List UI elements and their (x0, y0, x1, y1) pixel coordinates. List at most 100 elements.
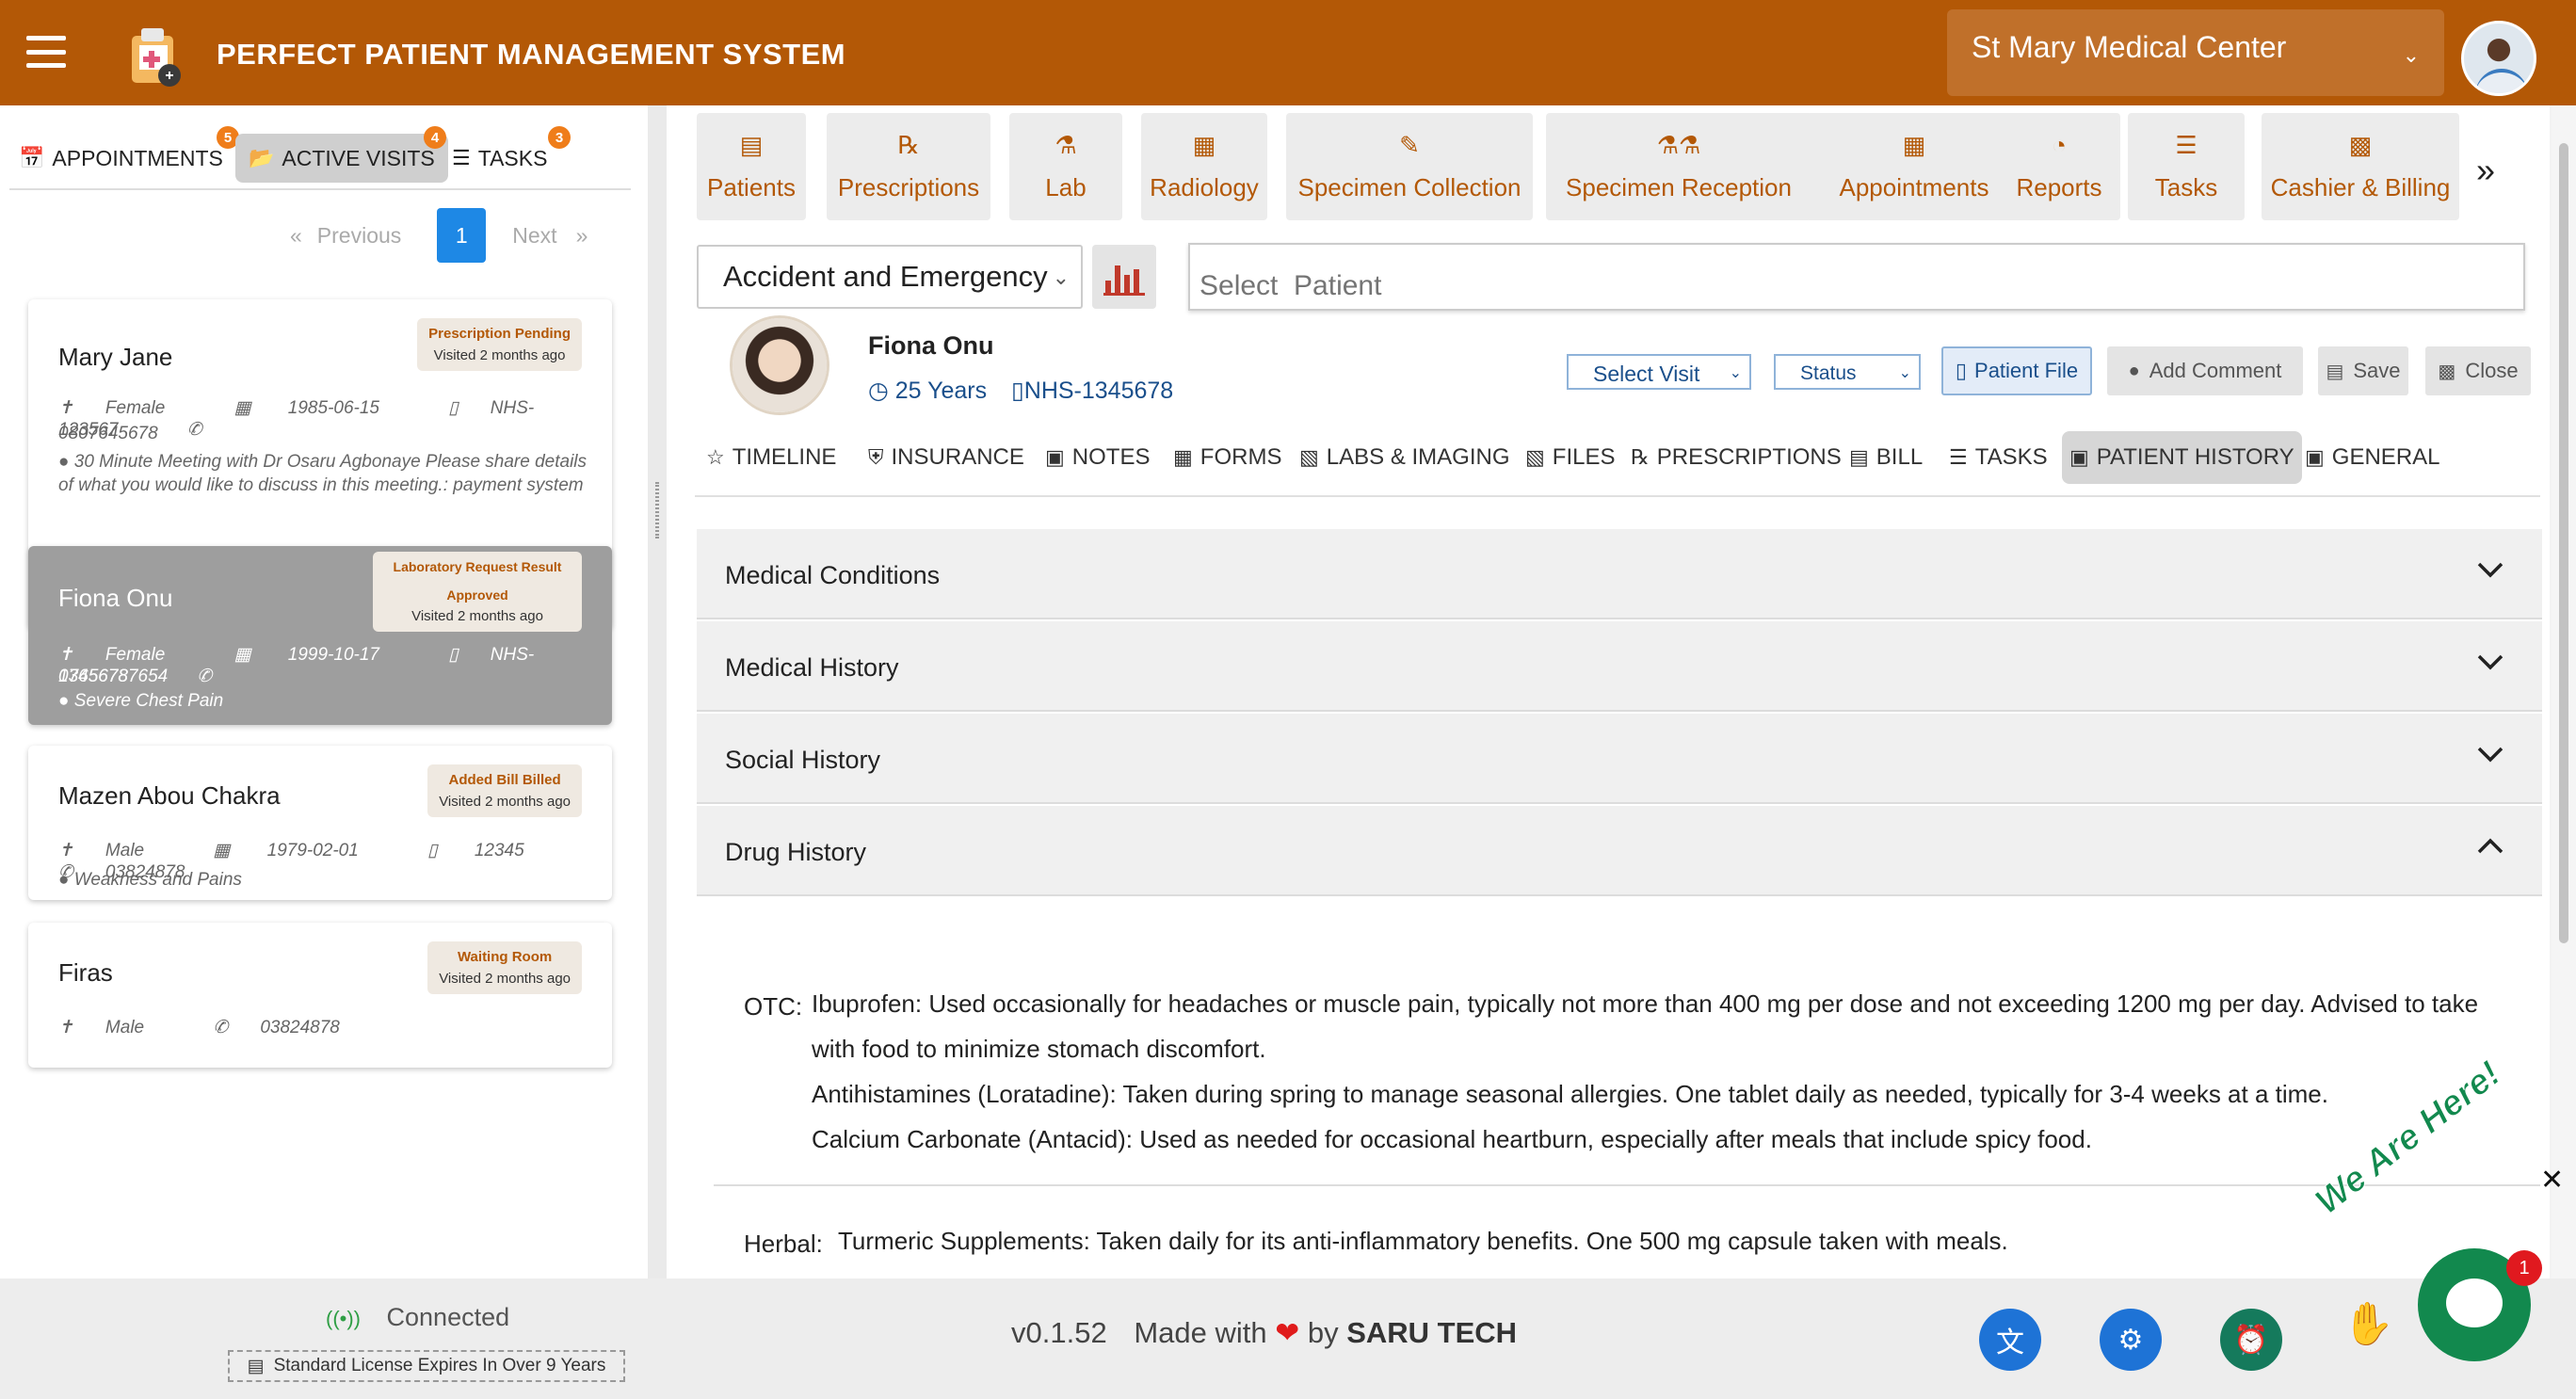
tab-general[interactable]: ▣ GENERAL (2305, 431, 2440, 484)
chevron-down-icon (2477, 747, 2504, 763)
module-specimen-collection[interactable]: ✎ Specimen Collection (1286, 113, 1533, 220)
tab-label: APPOINTMENTS (52, 145, 223, 170)
chevron-up-icon (2477, 838, 2504, 854)
module-reports[interactable]: ◔ Reports (1998, 113, 2120, 220)
module-specimen-reception[interactable]: ⚗⚗ Specimen Reception (1546, 113, 1811, 220)
module-label: Appointments (1839, 173, 1989, 201)
module-cashier-billing[interactable]: ▩ Cashier & Billing (2262, 113, 2459, 220)
nhs: ▯ 12345 (427, 841, 556, 860)
tab-files[interactable]: ▧ FILES (1525, 431, 1616, 484)
gender-text: Male (105, 1018, 145, 1037)
close-button[interactable]: ▩ Close (2425, 346, 2531, 395)
chart-icon[interactable] (1092, 245, 1156, 309)
save-button[interactable]: ▤ Save (2318, 346, 2408, 395)
made-with-text: Made with (1134, 1316, 1267, 1349)
shield-icon: ⛨ (868, 445, 884, 469)
tab-bill[interactable]: ▤ BILL (1849, 431, 1923, 484)
module-appointments[interactable]: ▦ Appointments (1806, 113, 2022, 220)
close-icon[interactable]: ✕ (2540, 1164, 2564, 1197)
main-scrollbar[interactable] (2552, 105, 2576, 1278)
clock-icon: ◷ (868, 378, 895, 404)
module-patients[interactable]: ▤ Patients (697, 113, 806, 220)
module-radiology[interactable]: ▦ Radiology (1141, 113, 1267, 220)
last-arrow-icon[interactable]: » (576, 223, 588, 249)
status-badge: Laboratory Request Result Approved Visit… (373, 552, 582, 632)
visit-card-fiona-onu[interactable]: Fiona Onu Laboratory Request Result Appr… (28, 546, 612, 725)
phone: ✆ 03824878 (213, 1018, 371, 1037)
tab-appointments[interactable]: 📅 APPOINTMENTS 5 (19, 126, 239, 183)
translate-icon[interactable]: 文 (1979, 1309, 2041, 1371)
status-dropdown[interactable]: Status ⌄ (1774, 354, 1921, 390)
flask-icon: ⚗ (1055, 131, 1077, 159)
next-link[interactable]: Next (512, 223, 556, 249)
cart-icon: ▤ (1849, 445, 1869, 469)
patient-search-input[interactable] (1188, 243, 2525, 311)
notes-icon: ▣ (1045, 445, 1065, 469)
calendar-icon: ▦ (233, 645, 256, 665)
status-badge: Prescription Pending Visited 2 months ag… (417, 318, 582, 371)
more-modules-icon[interactable]: » (2476, 151, 2495, 190)
module-lab[interactable]: ⚗ Lab (1009, 113, 1122, 220)
first-arrow-icon[interactable]: « (290, 223, 302, 249)
status-text: Laboratory Request Result (393, 559, 562, 574)
app-title: PERFECT PATIENT MANAGEMENT SYSTEM (217, 38, 846, 71)
patient-file-button[interactable]: ▯ Patient File (1941, 346, 2092, 395)
herbal-line: Turmeric Supplements: Taken daily for it… (838, 1227, 2008, 1255)
settings-gear-icon[interactable]: ⚙ (2100, 1309, 2162, 1371)
scrollbar-thumb[interactable] (2559, 143, 2568, 943)
tab-label: TIMELINE (732, 444, 837, 470)
accordion-medical-history[interactable]: Medical History (697, 621, 2542, 712)
medical-file-icon: ▣ (2069, 445, 2089, 469)
visit-note: ● Severe Chest Pain (58, 689, 223, 713)
id-icon: ▯ (448, 645, 459, 665)
status-badge: Added Bill Billed Visited 2 months ago (427, 764, 582, 817)
add-comment-button[interactable]: ● Add Comment (2107, 346, 2303, 395)
module-tasks[interactable]: ☰ Tasks (2128, 113, 2245, 220)
tab-notes[interactable]: ▣ NOTES (1045, 431, 1150, 484)
panel-splitter[interactable] (648, 105, 667, 1278)
accordion-social-history[interactable]: Social History (697, 714, 2542, 804)
user-avatar[interactable] (2461, 21, 2536, 96)
accordion-drug-history[interactable]: Drug History (697, 806, 2542, 896)
folder-open-icon: 📂 (249, 146, 275, 169)
tab-tasks[interactable]: ☰ TASKS 3 (452, 126, 571, 183)
select-visit-dropdown[interactable]: Select Visit ⌄ (1567, 354, 1751, 390)
page-number[interactable]: 1 (437, 208, 487, 263)
badge-count: 4 (424, 126, 446, 149)
drag-handle-icon[interactable] (655, 482, 659, 539)
cash-register-icon: ▩ (2348, 131, 2373, 159)
facility-select[interactable]: St Mary Medical Center ⌄ (1947, 9, 2444, 96)
accordion-medical-conditions[interactable]: Medical Conditions (697, 529, 2542, 619)
tab-active-visits[interactable]: 📂 ACTIVE VISITS 4 (235, 126, 448, 183)
calendar-icon: ▦ (1902, 131, 1926, 159)
tab-forms[interactable]: ▦ FORMS (1173, 431, 1281, 484)
visit-card-firas[interactable]: Firas Waiting Room Visited 2 months ago … (28, 923, 612, 1068)
lab-file-icon: ▧ (1299, 445, 1319, 469)
menu-icon[interactable] (26, 36, 66, 68)
gender: ✝ Female (58, 645, 197, 665)
tab-patient-history[interactable]: ▣ PATIENT HISTORY (2062, 431, 2302, 484)
syringe-icon: ✎ (1399, 131, 1420, 159)
phone-icon: ✆ (197, 667, 213, 686)
alarm-clock-icon[interactable]: ⏰ (2220, 1309, 2282, 1371)
module-prescriptions[interactable]: ℞ Prescriptions (827, 113, 990, 220)
pie-chart-icon: ◔ (2052, 131, 2067, 159)
visit-card-mazen-abou-chakra[interactable]: Mazen Abou Chakra Added Bill Billed Visi… (28, 746, 612, 900)
tab-label: LABS & IMAGING (1326, 444, 1510, 470)
phone-text: 03824878 (260, 1018, 340, 1037)
tab-insurance[interactable]: ⛨ INSURANCE (868, 431, 1024, 484)
tab-label: FILES (1552, 444, 1616, 470)
tab-label: INSURANCE (891, 444, 1024, 470)
tasks-icon: ☰ (452, 146, 471, 169)
module-label: Patients (707, 173, 796, 201)
gender: ✝ Male (58, 841, 176, 860)
tab-tasks[interactable]: ☰ TASKS (1949, 431, 2048, 484)
phone-icon: ✆ (186, 420, 202, 440)
tab-timeline[interactable]: ☆ TIMELINE (706, 431, 836, 484)
tab-prescriptions[interactable]: ℞ PRESCRIPTIONS (1631, 431, 1842, 484)
previous-link[interactable]: Previous (317, 223, 401, 249)
signal-icon: ((•)) (326, 1307, 362, 1330)
department-select[interactable]: Accident and Emergency ⌄ (697, 245, 1083, 309)
chat-button[interactable]: 1 (2418, 1248, 2542, 1361)
tab-labs-imaging[interactable]: ▧ LABS & IMAGING (1299, 431, 1510, 484)
